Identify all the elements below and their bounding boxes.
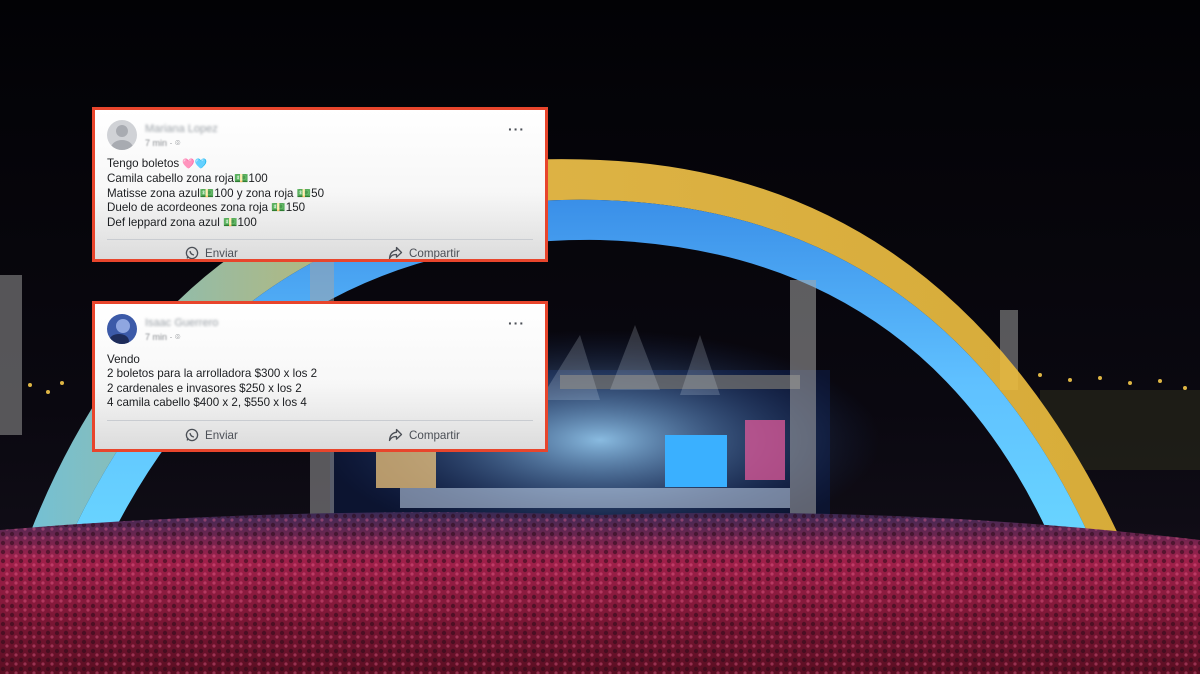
post-timestamp[interactable]: 7 min · ⌾ <box>145 332 180 343</box>
post-time: 7 min <box>145 332 168 342</box>
user-avatar-icon <box>107 120 137 150</box>
divider <box>107 239 533 240</box>
post-body: Tengo boletos 🩷🩵 Camila cabello zona roj… <box>107 157 324 230</box>
share-button[interactable]: Compartir <box>388 428 460 442</box>
avatar[interactable] <box>107 120 137 150</box>
post-body: Vendo 2 boletos para la arrolladora $300… <box>107 353 317 411</box>
send-label: Enviar <box>205 246 238 260</box>
share-arrow-icon <box>388 428 403 442</box>
share-button[interactable]: Compartir <box>388 246 460 260</box>
post-author-name[interactable]: Mariana Lopez <box>145 123 218 135</box>
post-line: Tengo boletos 🩷🩵 <box>107 157 208 170</box>
post-line: Camila cabello zona roja💵100 <box>107 172 268 186</box>
post-time: 7 min <box>145 138 168 148</box>
divider <box>107 420 533 421</box>
whatsapp-icon <box>185 428 199 442</box>
more-options-icon[interactable]: ··· <box>508 316 525 330</box>
post-line: 2 cardenales e invasores $250 x los 2 <box>107 381 302 395</box>
post-line: Def leppard zona azul 💵100 <box>107 215 257 229</box>
user-avatar-icon <box>107 314 137 344</box>
share-arrow-icon <box>388 246 403 259</box>
post-line: 4 camila cabello $400 x 2, $550 x los 4 <box>107 396 307 410</box>
facebook-post-card: Mariana Lopez 7 min · ⌾ ··· Tengo boleto… <box>92 107 548 262</box>
avatar[interactable] <box>107 314 137 344</box>
audience-globe-icon: · ⌾ <box>169 138 181 148</box>
post-timestamp[interactable]: 7 min · ⌾ <box>145 138 180 149</box>
post-line: Duelo de acordeones zona roja 💵150 <box>107 201 306 215</box>
audience-globe-icon: · ⌾ <box>169 332 181 342</box>
post-author-name[interactable]: Isaac Guerrero <box>145 317 218 329</box>
post-line: 2 boletos para la arrolladora $300 x los… <box>107 367 318 381</box>
post-line: Vendo <box>107 353 140 366</box>
share-label: Compartir <box>409 246 460 260</box>
more-options-icon[interactable]: ··· <box>508 122 525 136</box>
hearts-emoji-icon: 🩷🩵 <box>182 159 208 170</box>
share-label: Compartir <box>409 428 460 442</box>
send-whatsapp-button[interactable]: Enviar <box>185 246 238 260</box>
send-whatsapp-button[interactable]: Enviar <box>185 428 238 442</box>
whatsapp-icon <box>185 246 199 259</box>
send-label: Enviar <box>205 428 238 442</box>
post-line: Matisse zona azul💵100 y zona roja 💵50 <box>107 186 325 200</box>
facebook-post-card: Isaac Guerrero 7 min · ⌾ ··· Vendo 2 bol… <box>92 301 548 452</box>
